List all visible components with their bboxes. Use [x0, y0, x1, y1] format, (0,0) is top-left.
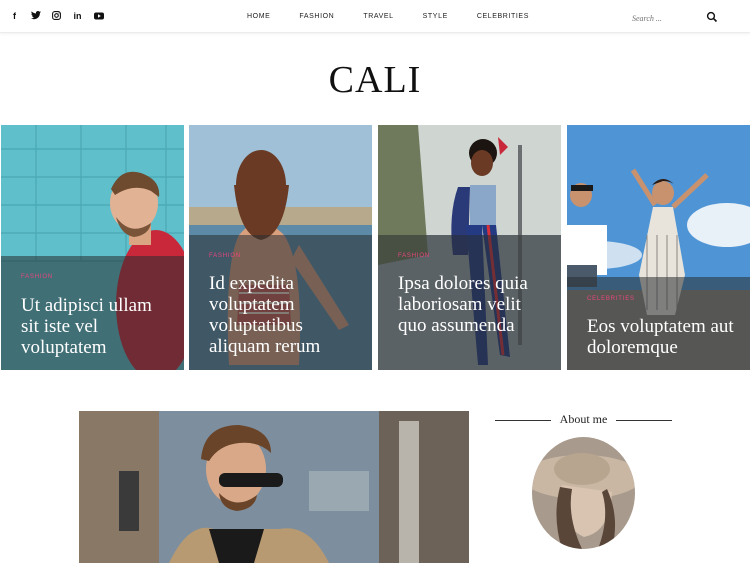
card-category[interactable]: FASHION [21, 274, 53, 280]
featured-image [79, 411, 469, 563]
card-title[interactable]: Eos voluptatem aut doloremque [587, 316, 740, 358]
featured-post-image[interactable] [79, 411, 469, 563]
heading-divider [616, 420, 672, 421]
nav-home[interactable]: HOME [247, 13, 270, 20]
card-category[interactable]: FASHION [398, 253, 430, 259]
twitter-icon[interactable] [29, 9, 42, 22]
search-icon[interactable] [706, 10, 718, 23]
top-bar: f in HOME FASHION TRAVEL STYLE CELEBRITI… [0, 0, 750, 33]
main-nav: HOME FASHION TRAVEL STYLE CELEBRITIES [247, 0, 529, 32]
nav-celebrities[interactable]: CELEBRITIES [477, 13, 529, 20]
card-category[interactable]: CELEBRITIES [587, 296, 635, 302]
post-card[interactable]: CELEBRITIES Eos voluptatem aut doloremqu… [567, 125, 750, 370]
nav-travel[interactable]: TRAVEL [363, 13, 393, 20]
linkedin-icon[interactable]: in [71, 9, 84, 22]
youtube-icon[interactable] [92, 9, 105, 22]
card-category[interactable]: FASHION [209, 253, 241, 259]
card-title[interactable]: Ipsa dolores quia laboriosam velit quo a… [398, 273, 551, 336]
search-box [632, 8, 718, 27]
card-title[interactable]: Id expedita voluptatem voluptatibus aliq… [209, 273, 362, 357]
site-logo[interactable]: CALI [0, 58, 750, 102]
post-card[interactable]: FASHION Ut adipisci ullam sit iste vel v… [1, 125, 184, 370]
facebook-icon[interactable]: f [8, 9, 21, 22]
nav-fashion[interactable]: FASHION [299, 13, 334, 20]
nav-style[interactable]: STYLE [423, 13, 448, 20]
card-title[interactable]: Ut adipisci ullam sit iste vel voluptate… [21, 295, 174, 358]
about-me-avatar [532, 437, 635, 549]
post-card[interactable]: FASHION Ipsa dolores quia laboriosam vel… [378, 125, 561, 370]
post-card[interactable]: FASHION Id expedita voluptatem voluptati… [189, 125, 372, 370]
instagram-icon[interactable] [50, 9, 63, 22]
search-input[interactable] [632, 10, 702, 27]
about-me-heading: About me [495, 412, 672, 428]
social-links: f in [8, 9, 105, 22]
